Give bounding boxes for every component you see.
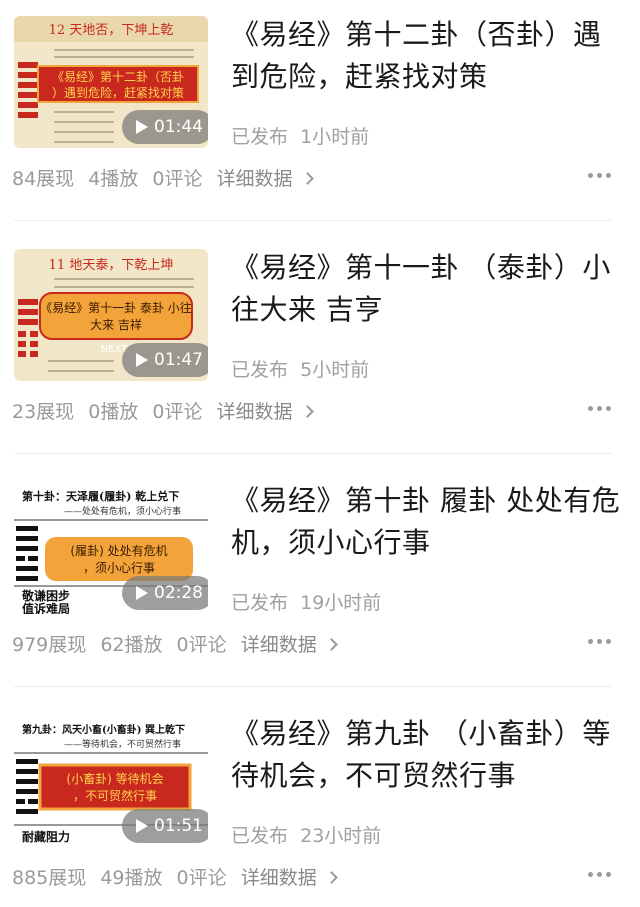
thumb-subtitle: ——等待机会，不可贸然行事 (64, 738, 181, 750)
comments-count: 0评论 (152, 401, 203, 423)
divider (14, 453, 612, 454)
divider (14, 686, 612, 687)
thumb-overlay-line-1: (小畜卦) 等待机会 (66, 771, 163, 786)
thumb-overlay-line-1: 《易经》第十一卦 泰卦 小往 (40, 300, 192, 315)
chevron-right-icon (324, 638, 338, 651)
video-stats: 979展现 62播放 0评论 详细数据 (12, 630, 344, 657)
more-options-icon[interactable] (588, 872, 612, 878)
thumb-bottom-line-2: 值诉难局 (22, 601, 70, 614)
publish-time: 1小时前 (300, 126, 370, 148)
video-stats: 84展现 4播放 0评论 详细数据 (12, 164, 320, 191)
thumb-overlay-line-2: 大来 吉祥 (90, 318, 142, 332)
publish-status: 已发布 1小时前 (231, 126, 370, 148)
video-thumbnail[interactable]: 11 地天泰，下乾上坤 《易经》第十一卦 泰卦 小往 大来 吉祥 NEXT 01… (14, 249, 208, 381)
thumb-header: 11 地天泰，下乾上坤 (49, 258, 174, 273)
detail-data-link[interactable]: 详细数据 (217, 401, 314, 423)
publish-status: 已发布 19小时前 (231, 592, 382, 614)
comments-count: 0评论 (176, 634, 227, 656)
publish-time: 5小时前 (300, 359, 370, 381)
video-item[interactable]: 11 地天泰，下乾上坤 《易经》第十一卦 泰卦 小往 大来 吉祥 NEXT 01… (0, 233, 640, 465)
more-options-icon[interactable] (588, 639, 612, 645)
detail-data-link[interactable]: 详细数据 (217, 168, 314, 190)
video-duration: 01:47 (122, 343, 208, 377)
video-title[interactable]: 《易经》第九卦 （小畜卦）等待机会，不可贸然行事 (231, 713, 623, 797)
video-stats: 23展现 0播放 0评论 详细数据 (12, 397, 320, 424)
video-item[interactable]: 12 天地否，下坤上乾 《易经》第十二卦（否卦 ）遇到危险，赶紧找对策 01:4… (0, 0, 640, 232)
plays-count: 0播放 (88, 401, 139, 423)
impressions-count: 84展现 (12, 168, 75, 190)
thumb-overlay-line-2: ，不可贸然行事 (73, 788, 157, 803)
impressions-count: 979展现 (12, 634, 87, 656)
video-title[interactable]: 《易经》第十卦 履卦 处处有危机，须小心行事 (231, 480, 623, 564)
more-options-icon[interactable] (588, 406, 612, 412)
detail-data-link[interactable]: 详细数据 (241, 634, 338, 656)
play-icon (136, 120, 148, 134)
thumb-subtitle: ——处处有危机，须小心行事 (64, 505, 181, 517)
impressions-count: 885展现 (12, 867, 87, 889)
video-list: 12 天地否，下坤上乾 《易经》第十二卦（否卦 ）遇到危险，赶紧找对策 01:4… (0, 0, 640, 907)
play-icon (136, 586, 148, 600)
publish-status: 已发布 23小时前 (231, 825, 382, 847)
plays-count: 4播放 (88, 168, 139, 190)
video-duration: 01:51 (122, 809, 208, 843)
comments-count: 0评论 (152, 168, 203, 190)
more-options-icon[interactable] (588, 173, 612, 179)
thumb-overlay-line-1: (履卦) 处处有危机 (70, 544, 167, 558)
video-stats: 885展现 49播放 0评论 详细数据 (12, 863, 344, 890)
video-duration: 02:28 (122, 576, 208, 610)
video-item[interactable]: 第十卦：天泽履(履卦) 乾上兑下 ——处处有危机，须小心行事 (履卦) 处处有危… (0, 466, 640, 698)
video-title[interactable]: 《易经》第十一卦 （泰卦）小往大来 吉亨 (231, 247, 623, 331)
video-thumbnail[interactable]: 第十卦：天泽履(履卦) 乾上兑下 ——处处有危机，须小心行事 (履卦) 处处有危… (14, 482, 208, 614)
video-thumbnail[interactable]: 12 天地否，下坤上乾 《易经》第十二卦（否卦 ）遇到危险，赶紧找对策 01:4… (14, 16, 208, 148)
thumb-bottom-line-1: 敬谦困步 (21, 588, 70, 603)
divider (14, 220, 612, 221)
plays-count: 62播放 (100, 634, 163, 656)
publish-time: 23小时前 (300, 825, 382, 847)
thumb-bottom-line-1: 耐藏阻力 (22, 829, 70, 844)
play-icon (136, 353, 148, 367)
play-icon (136, 819, 148, 833)
chevron-right-icon (324, 871, 338, 884)
publish-time: 19小时前 (300, 592, 382, 614)
thumb-header: 第十卦：天泽履(履卦) 乾上兑下 (22, 489, 179, 503)
impressions-count: 23展现 (12, 401, 75, 423)
thumb-header: 12 天地否，下坤上乾 (49, 23, 174, 38)
detail-data-link[interactable]: 详细数据 (241, 867, 338, 889)
comments-count: 0评论 (176, 867, 227, 889)
thumb-overlay-line-2: ，须小心行事 (83, 561, 155, 575)
thumb-overlay-line-1: 《易经》第十二卦（否卦 (52, 70, 184, 84)
chevron-right-icon (300, 405, 314, 418)
thumb-overlay-line-2: ）遇到危险，赶紧找对策 (52, 85, 184, 100)
video-title[interactable]: 《易经》第十二卦（否卦）遇到危险，赶紧找对策 (231, 14, 623, 98)
plays-count: 49播放 (100, 867, 163, 889)
thumb-header: 第九卦：风天小畜(小畜卦) 巽上乾下 (22, 723, 185, 736)
video-thumbnail[interactable]: 第九卦：风天小畜(小畜卦) 巽上乾下 ——等待机会，不可贸然行事 (小畜卦) 等… (14, 715, 208, 847)
publish-status: 已发布 5小时前 (231, 359, 370, 381)
chevron-right-icon (300, 172, 314, 185)
video-duration: 01:44 (122, 110, 208, 144)
video-item[interactable]: 第九卦：风天小畜(小畜卦) 巽上乾下 ——等待机会，不可贸然行事 (小畜卦) 等… (0, 699, 640, 907)
